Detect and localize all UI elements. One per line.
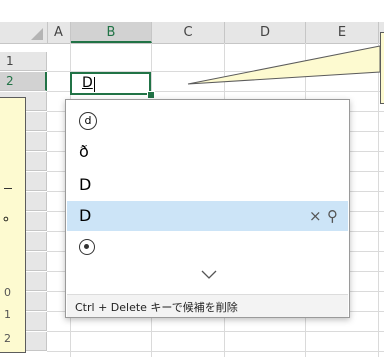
spreadsheet: A B C D E 1 2 D 。 0 1 2 d ð D D × ⚲ Ctrl… bbox=[0, 0, 384, 357]
select-all-corner[interactable] bbox=[0, 22, 48, 43]
column-header-d[interactable]: D bbox=[225, 22, 306, 43]
candidate-item[interactable] bbox=[67, 234, 348, 264]
column-header-e[interactable]: E bbox=[306, 22, 379, 43]
candidate-item-selected[interactable]: D × ⚲ bbox=[67, 201, 348, 231]
text-caret bbox=[94, 77, 95, 92]
candidate-item[interactable]: d bbox=[67, 104, 348, 134]
candidate-glyph: ð bbox=[79, 142, 89, 161]
column-header-c[interactable]: C bbox=[152, 22, 225, 43]
circled-letter: d bbox=[79, 112, 97, 130]
comment-box-right bbox=[380, 32, 384, 104]
delete-candidate-icon[interactable]: × bbox=[309, 207, 322, 225]
chevron-down-icon[interactable] bbox=[201, 270, 217, 280]
candidate-glyph: d bbox=[79, 109, 97, 130]
column-header-bar: A B C D E bbox=[0, 22, 384, 44]
candidate-item[interactable]: D bbox=[67, 170, 348, 200]
ime-candidate-popup: d ð D D × ⚲ Ctrl + Delete キーで候補を削除 bbox=[65, 99, 350, 318]
select-all-triangle-icon bbox=[31, 28, 43, 40]
row-header-1[interactable]: 1 bbox=[0, 52, 47, 71]
comment-mark: 。 bbox=[3, 206, 19, 224]
row-header-2[interactable]: 2 bbox=[0, 72, 47, 91]
search-icon[interactable]: ⚲ bbox=[327, 207, 338, 225]
candidate-glyph: D bbox=[79, 175, 92, 194]
popup-footer: Ctrl + Delete キーで候補を削除 bbox=[67, 294, 348, 317]
candidate-item[interactable]: ð bbox=[67, 137, 348, 167]
bullseye-icon bbox=[79, 239, 95, 255]
active-cell-b2[interactable]: D bbox=[70, 72, 151, 95]
fill-handle[interactable] bbox=[147, 91, 155, 99]
candidate-glyph: D bbox=[79, 206, 92, 225]
column-header-b[interactable]: B bbox=[71, 22, 152, 43]
row-number-partial: 0 bbox=[4, 286, 11, 299]
row-number-partial: 1 bbox=[4, 308, 11, 321]
column-header-a[interactable]: A bbox=[47, 22, 71, 43]
row-number-partial: 2 bbox=[4, 332, 11, 345]
footer-hint: Ctrl + Delete キーで候補を削除 bbox=[75, 301, 238, 314]
grid-line bbox=[47, 331, 384, 332]
grid-line bbox=[47, 351, 384, 352]
cell-input-text[interactable]: D bbox=[82, 75, 93, 91]
callout-tick bbox=[4, 188, 12, 189]
candidate-glyph bbox=[79, 239, 95, 259]
